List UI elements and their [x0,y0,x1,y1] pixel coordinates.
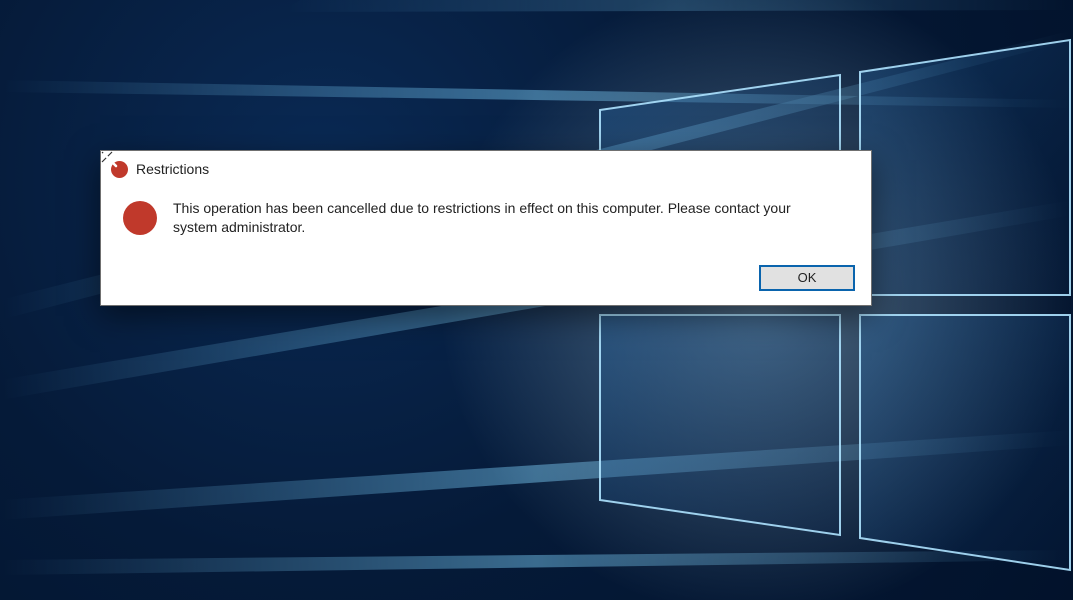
error-icon [123,201,157,235]
ok-button[interactable]: OK [759,265,855,291]
dialog-body: This operation has been cancelled due to… [101,187,871,255]
error-dialog: Restrictions This operation has been can… [100,150,872,306]
dialog-message: This operation has been cancelled due to… [173,199,813,237]
dialog-titlebar[interactable]: Restrictions [101,151,871,187]
dialog-footer: OK [101,255,871,305]
desktop-wallpaper: Restrictions This operation has been can… [0,0,1073,600]
dialog-title: Restrictions [136,161,823,177]
close-button[interactable] [823,151,871,187]
